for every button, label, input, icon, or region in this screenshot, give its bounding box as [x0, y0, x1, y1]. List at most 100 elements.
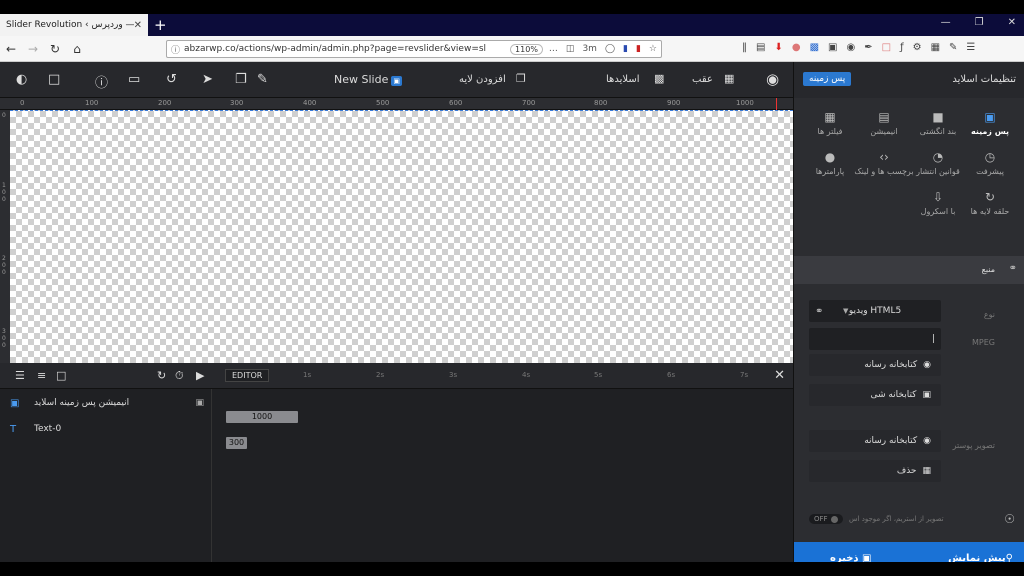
zoom-badge[interactable]: 110%	[510, 43, 543, 55]
ext-icon-2[interactable]: ▩	[810, 42, 819, 53]
menu-icon[interactable]: ☰	[966, 42, 975, 53]
pointer-icon[interactable]: ➤	[202, 72, 213, 87]
tab-close-icon[interactable]: ✕	[134, 20, 142, 31]
edit-icon[interactable]: ✎	[257, 72, 268, 87]
page-actions-icon[interactable]: …	[549, 44, 558, 54]
info-circle-icon: ●	[824, 150, 836, 164]
url-bar[interactable]: ⓘ abzarwp.co/actions/wp-admin/admin.php?…	[166, 40, 662, 58]
forward-arrow-icon[interactable]: →	[22, 42, 44, 56]
layer-name: انیمیشن پس زمینه اسلاید	[34, 398, 130, 408]
back-button[interactable]: عقب	[692, 74, 713, 85]
tab-background[interactable]: ▣ پس زمینه	[960, 110, 1020, 136]
source-section-header[interactable]: منبع ⚭	[794, 256, 1024, 284]
play-icon[interactable]: ▶	[196, 369, 204, 382]
function-icon[interactable]: ƒ	[900, 42, 904, 53]
tab-thumbnail[interactable]: ■ بند انگشتی	[908, 110, 968, 136]
extension-badge[interactable]: 3m	[582, 44, 597, 54]
timeline-bar[interactable]: 1000	[226, 411, 298, 423]
link-icon: ⚭	[1008, 263, 1017, 274]
ext-icon-5[interactable]: □	[882, 42, 891, 53]
flag-icon[interactable]: ▮	[623, 44, 628, 54]
mpeg-input[interactable]: |	[809, 328, 941, 350]
delete-button[interactable]: حذف ▦	[809, 460, 941, 482]
grid-icon[interactable]: ▦	[724, 72, 734, 85]
tab-tags-links[interactable]: ‹› برچسب ها و لینک	[854, 150, 914, 176]
back-arrow-icon[interactable]: ←	[0, 42, 22, 56]
reader-icon[interactable]: ▤	[756, 42, 765, 53]
save-button[interactable]: ذخیره ▣	[830, 553, 871, 562]
eyedropper-icon[interactable]: ✒	[864, 42, 872, 53]
button-label: کتابخانه رسانه	[864, 360, 918, 370]
tab-layer-loop[interactable]: ↻ حلقه لایه ها	[960, 190, 1020, 216]
library-icon[interactable]: ‖	[742, 42, 747, 53]
layers-icon[interactable]: ☰	[15, 369, 25, 382]
desktop-icon[interactable]: ▭	[128, 72, 140, 87]
wordpress-icon[interactable]: ◯	[605, 44, 615, 54]
button-label: حذف	[896, 466, 917, 476]
timeline-bar[interactable]: 300	[226, 437, 247, 449]
tab-filters[interactable]: ▦ فیلتر ها	[800, 110, 860, 136]
ext-icon-4[interactable]: ◉	[846, 42, 855, 53]
save-label: ذخیره	[830, 553, 859, 562]
preview-button[interactable]: پیش نمایش⚲	[948, 553, 1013, 562]
type-select[interactable]: ⚭ ▼ ویدیو HTML5	[809, 300, 941, 322]
media-library-button[interactable]: کتابخانه رسانه ◉	[809, 354, 941, 376]
pen-icon[interactable]: ✎	[949, 42, 957, 53]
add-layer-button[interactable]: افزودن لایه	[459, 74, 506, 85]
add-layer-icon[interactable]: ❐	[516, 72, 526, 85]
tab-animation[interactable]: ▤ انیمیشن	[854, 110, 914, 136]
crop-icon[interactable]: ▦	[931, 42, 940, 53]
ruler-tick: 100	[2, 182, 6, 203]
text-layer-icon: T	[10, 423, 17, 435]
maximize-icon[interactable]: ❐	[975, 17, 984, 28]
window-close-icon[interactable]: ✕	[1008, 17, 1016, 28]
slide-badge-icon: ▣	[391, 76, 402, 86]
new-tab-button[interactable]: +	[154, 16, 167, 34]
pocket-icon[interactable]: ◫	[566, 44, 575, 54]
flag-icon-2[interactable]: ▮	[636, 44, 641, 54]
timeline-close-icon[interactable]: ✕	[774, 368, 785, 383]
layer-image-icon[interactable]: ▣	[195, 398, 204, 408]
undo-icon[interactable]: ↺	[166, 72, 177, 87]
background-button[interactable]: پس زمینه	[803, 72, 852, 86]
minimize-icon[interactable]: —	[941, 17, 951, 28]
folder-icon[interactable]: □	[56, 369, 66, 382]
list-icon[interactable]: ≡	[37, 369, 46, 382]
chat-icon[interactable]: □	[48, 72, 60, 87]
poster-media-library-button[interactable]: کتابخانه رسانه ◉	[809, 430, 941, 452]
tab-parameters[interactable]: ● پارامترها	[800, 150, 860, 176]
wordpress-logo-icon[interactable]: ◉	[766, 70, 779, 88]
ext-icon-3[interactable]: ▣	[828, 42, 837, 53]
slide-title[interactable]: New Slide ▣	[334, 73, 402, 86]
slides-icon[interactable]: ▩	[654, 72, 664, 85]
help-icon[interactable]: ⓘ	[95, 72, 108, 91]
layer-row[interactable]: ▣ انیمیشن پس زمینه اسلاید ▣	[0, 391, 212, 415]
timeline-tick: 2s	[376, 371, 385, 379]
tab-label: بند انگشتی	[919, 127, 957, 136]
tab-scroll[interactable]: ⇩ با اسکرول	[908, 190, 968, 216]
stream-image-toggle[interactable]: OFF	[809, 514, 843, 524]
contrast-icon[interactable]: ◐	[16, 72, 27, 87]
slide-canvas[interactable]	[10, 110, 793, 363]
toggle-label: تصویر از استریم، اگر موجود اس	[849, 515, 944, 523]
object-library-button[interactable]: کتابخانه شی ▣	[809, 384, 941, 406]
ruler-tick: 1000	[736, 99, 754, 107]
ruler-tick: 400	[303, 99, 317, 107]
copy-icon[interactable]: ❐	[235, 72, 247, 87]
loop-icon[interactable]: ↻	[157, 369, 166, 382]
download-icon[interactable]: ⬇	[774, 42, 782, 53]
bookmark-star-icon[interactable]: ☆	[649, 44, 657, 54]
layer-row[interactable]: T Text-0	[0, 417, 212, 441]
reload-icon[interactable]: ↻	[44, 42, 66, 56]
home-icon[interactable]: ⌂	[66, 42, 88, 56]
tab-publish-rules[interactable]: ◔ قوانین انتشار	[908, 150, 968, 176]
settings-icon[interactable]: ⚙	[913, 42, 922, 53]
slides-button[interactable]: اسلایدها	[606, 74, 639, 85]
tab-advanced[interactable]: ◷ پیشرفت	[960, 150, 1020, 176]
browser-tab[interactable]: Slider Revolution ‹ اسلایدر — وردپرس ✕	[0, 14, 148, 36]
ext-icon-1[interactable]: ●	[792, 42, 801, 53]
source-body: نوع ⚭ ▼ ویدیو HTML5 MPEG | کتابخانه رسان…	[794, 284, 1024, 542]
editor-tag[interactable]: EDITOR	[225, 369, 270, 382]
timer-icon[interactable]: ⏱	[175, 369, 184, 383]
info-icon[interactable]: ⓘ	[171, 43, 180, 56]
